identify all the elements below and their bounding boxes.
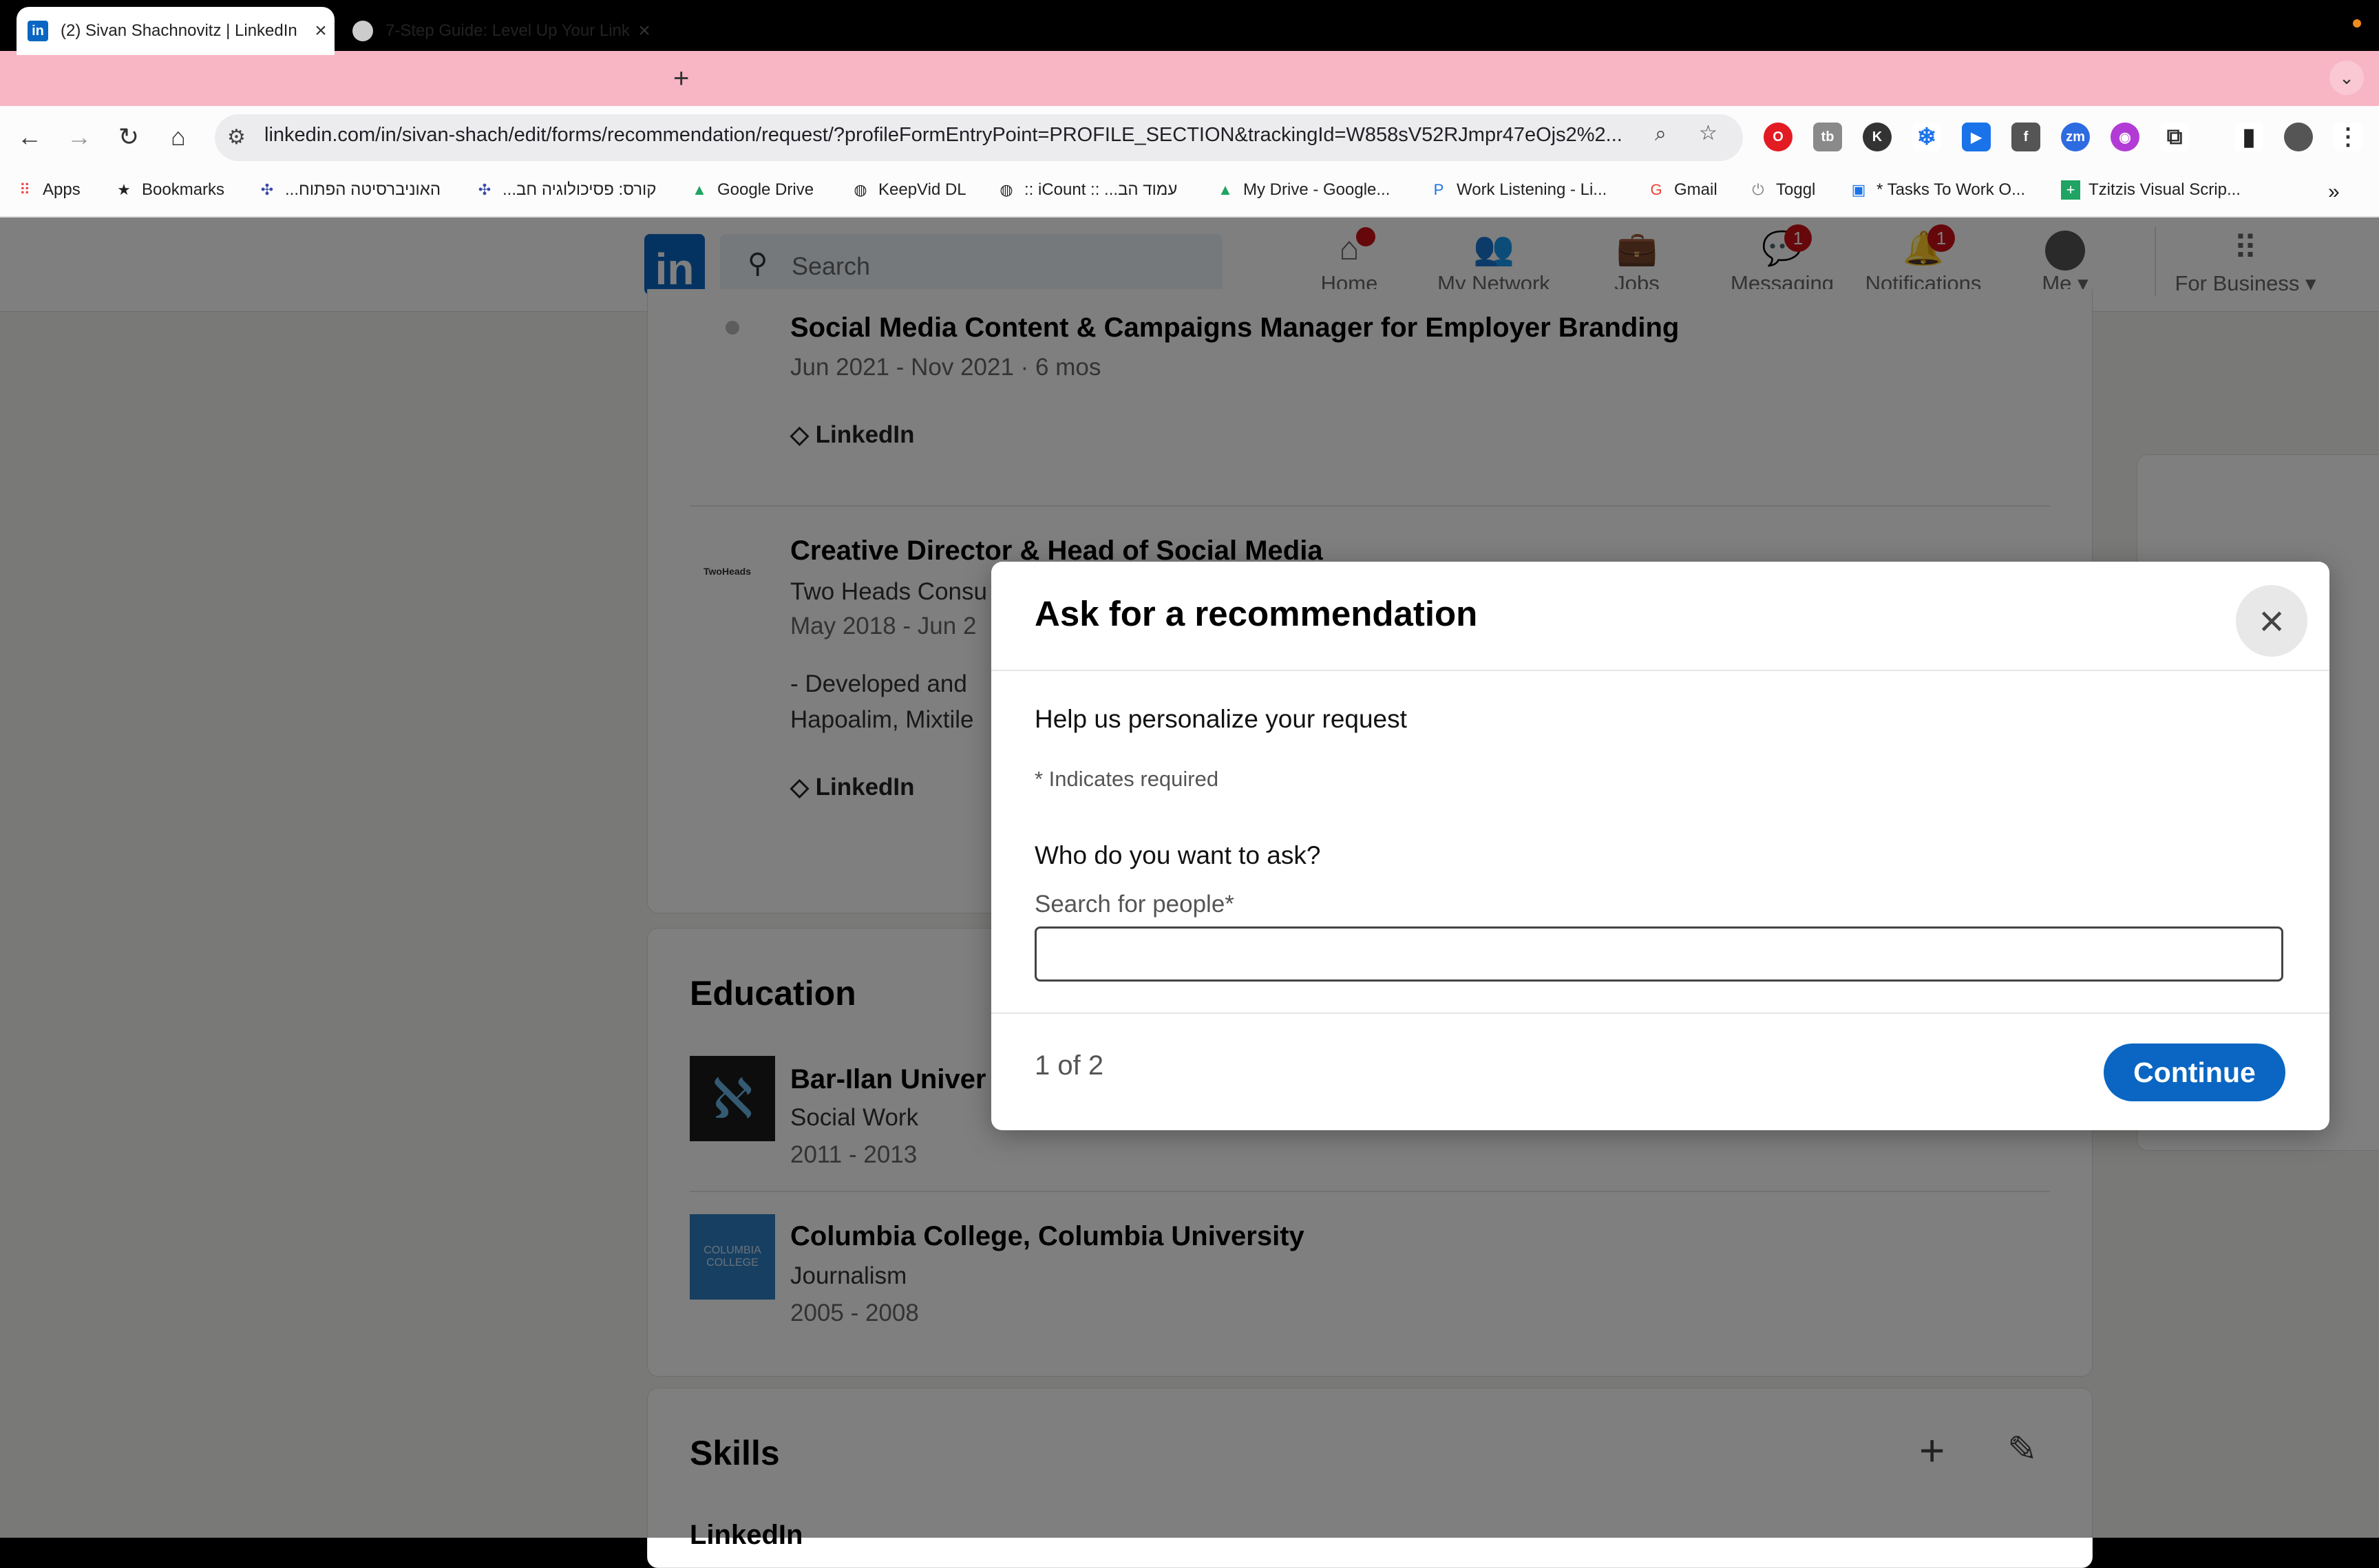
bookmark-toggl[interactable]: ⏻ Toggl — [1748, 180, 1815, 200]
site-info-icon[interactable]: ⚙ — [227, 125, 246, 149]
modal-header-divider — [991, 670, 2329, 671]
tab-search-icon[interactable]: ⌄ — [2329, 61, 2364, 95]
tab-guide[interactable]: 7-Step Guide: Level Up Your LinkedIn × — [341, 7, 658, 55]
side-panel-icon[interactable]: ▮ — [2234, 123, 2263, 151]
purple-extension-icon[interactable]: ◉ — [2111, 123, 2139, 151]
linkedin-favicon-icon: in — [28, 21, 48, 41]
bookmark-icount[interactable]: ◍:: iCount :: ...עמוד הב — [997, 180, 1177, 200]
modal-footer-divider — [991, 1013, 2329, 1014]
forward-icon[interactable]: → — [63, 121, 95, 153]
tasks-icon: ▣ — [1851, 181, 1866, 198]
back-icon[interactable]: ← — [14, 121, 45, 153]
extension-icon[interactable]: tb — [1813, 123, 1842, 151]
globe-icon: ◍ — [1000, 181, 1013, 198]
power-icon: ⏻ — [1752, 181, 1764, 198]
bookmark-tasks[interactable]: ▣ * Tasks To Work O... — [1849, 180, 2025, 200]
video-extension-icon[interactable]: ▶ — [1962, 123, 1991, 151]
bookmark-google-drive[interactable]: ▲ Google Drive — [690, 180, 814, 200]
search-people-input[interactable] — [1035, 926, 2283, 982]
globe-icon: ◍ — [854, 181, 867, 198]
k-extension-icon[interactable]: K — [1863, 123, 1892, 151]
bookmark-gmail[interactable]: G Gmail — [1647, 180, 1717, 200]
address-url[interactable]: linkedin.com/in/sivan-shach/edit/forms/r… — [264, 124, 1634, 147]
drive-icon: ▲ — [1218, 181, 1233, 198]
continue-button[interactable]: Continue — [2104, 1043, 2285, 1101]
who-question: Who do you want to ask? — [1035, 841, 1321, 869]
close-tab-icon[interactable]: × — [307, 19, 335, 43]
university-icon: ✣ — [260, 181, 274, 198]
drive-icon: ▲ — [692, 181, 707, 198]
bookmark-my-drive[interactable]: ▲ My Drive - Google... — [1216, 180, 1390, 200]
step-indicator: 1 of 2 — [1035, 1050, 1104, 1081]
tab-linkedin[interactable]: in (2) Sivan Shachnovitz | LinkedIn × — [17, 7, 335, 55]
bookmark-psychology-course[interactable]: ✣ ...קורס: פסיכולוגיה חב — [475, 180, 657, 200]
star-icon: ★ — [117, 181, 131, 198]
sheets-icon: + — [2061, 180, 2080, 200]
extensions-puzzle-icon[interactable]: ⧉ — [2160, 123, 2189, 151]
p-icon: P — [1433, 181, 1444, 198]
tab-bar — [0, 51, 2379, 106]
more-bookmarks-icon[interactable]: » — [2328, 180, 2340, 204]
bookmark-apps[interactable]: ⠿ Apps — [15, 180, 81, 200]
zoom-icon[interactable]: ⌕ — [1655, 123, 1667, 146]
university-icon: ✣ — [478, 181, 491, 198]
modal-subtitle: Help us personalize your request — [1035, 705, 1407, 733]
profile-avatar-icon[interactable] — [2284, 123, 2313, 151]
home-icon[interactable]: ⌂ — [162, 121, 194, 153]
avatar-favicon-icon — [352, 21, 373, 41]
zm-extension-icon[interactable]: zm — [2061, 123, 2090, 151]
bookmark-star-icon[interactable]: ☆ — [1699, 121, 1717, 145]
search-people-label: Search for people* — [1035, 891, 1234, 918]
modal-title: Ask for a recommendation — [1035, 594, 1478, 633]
google-icon: G — [1650, 181, 1662, 198]
tab-title: (2) Sivan Shachnovitz | LinkedIn — [61, 21, 297, 40]
new-tab-icon[interactable]: + — [673, 63, 689, 94]
bookmark-bookmarks[interactable]: ★ Bookmarks — [114, 180, 224, 200]
facebook-extension-icon[interactable]: f — [2011, 123, 2040, 151]
close-icon[interactable]: × — [2236, 585, 2307, 657]
bookmark-tzitzis[interactable]: + Tzitzis Visual Scrip... — [2061, 180, 2241, 200]
recording-indicator — [2353, 19, 2361, 28]
snowflake-extension-icon[interactable]: ❄ — [1912, 123, 1941, 151]
bookmark-keepvid[interactable]: ◍ KeepVid DL — [851, 180, 966, 200]
close-tab-icon[interactable]: × — [631, 19, 658, 43]
browser-menu-icon[interactable]: ⋮ — [2334, 123, 2362, 151]
opera-extension-icon[interactable]: O — [1764, 123, 1793, 151]
reload-icon[interactable]: ↻ — [113, 121, 145, 153]
bookmark-work-listening[interactable]: P Work Listening - Li... — [1429, 180, 1607, 200]
apps-grid-icon: ⠿ — [19, 181, 31, 198]
tab-title: 7-Step Guide: Level Up Your LinkedIn — [385, 21, 631, 40]
required-note: * Indicates required — [1035, 767, 1219, 791]
bookmark-open-university[interactable]: ✣ ...האוניברסיטה הפתוח — [257, 180, 441, 200]
